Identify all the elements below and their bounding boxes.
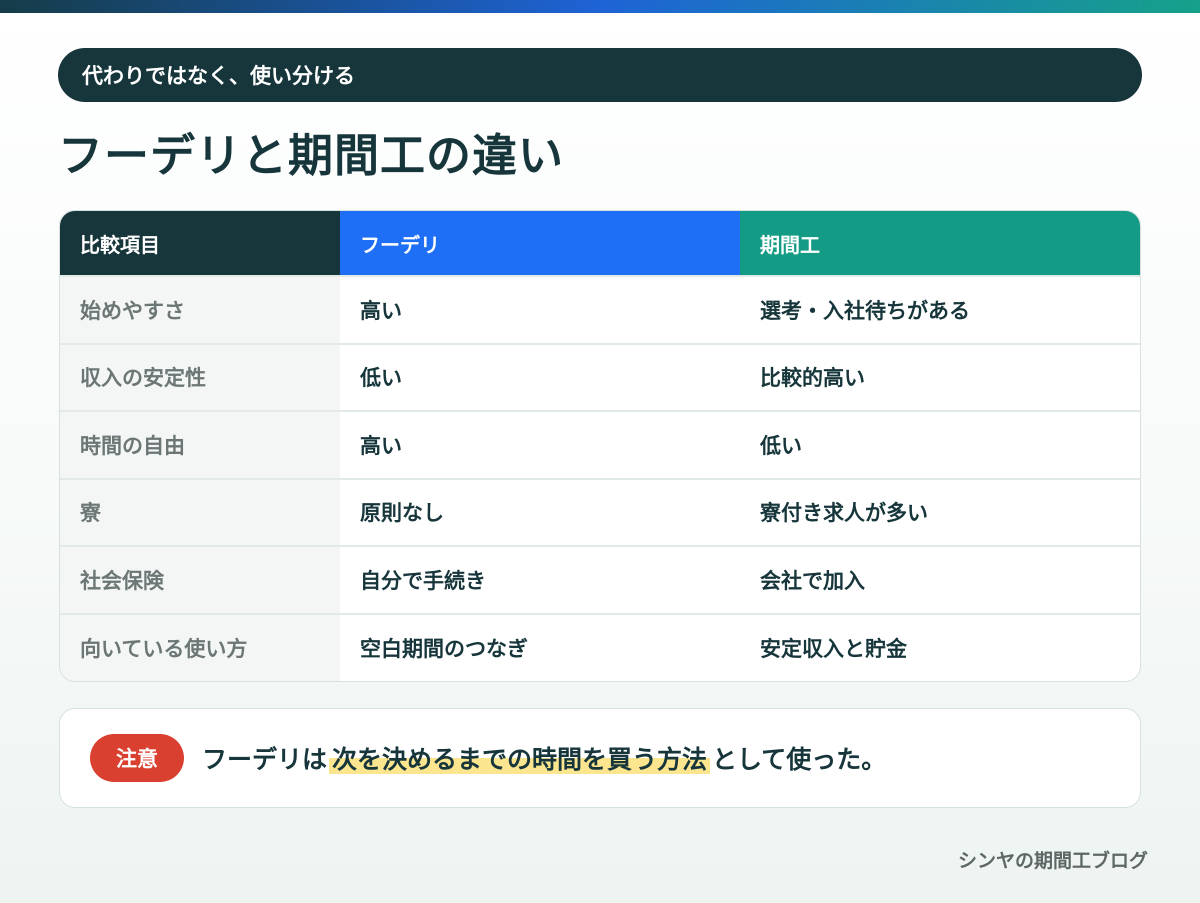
table-row: 収入の安定性 低い 比較的高い: [60, 342, 1140, 411]
row-item: 寮: [60, 477, 340, 546]
row-fudeli: 高い: [340, 410, 740, 479]
header-fudeli: フーデリ: [340, 211, 740, 276]
note-text-before: フーデリは: [202, 745, 328, 774]
row-fudeli: 原則なし: [340, 477, 740, 546]
row-kikanko: 寮付き求人が多い: [740, 477, 1140, 546]
note-text: フーデリは 次を決めるまでの時間を買う方法 として使った。: [202, 740, 886, 776]
table-header-row: 比較項目 フーデリ 期間工: [60, 211, 1140, 276]
row-fudeli: 空白期間のつなぎ: [340, 612, 740, 681]
row-item: 収入の安定性: [60, 342, 340, 411]
row-fudeli: 低い: [340, 342, 740, 411]
banner-label: 代わりではなく、使い分ける: [82, 64, 355, 88]
page-title: フーデリと期間工の違い: [58, 129, 565, 182]
comparison-table: 比較項目 フーデリ 期間工 始めやすさ 高い 選考・入社待ちがある 収入の安定性…: [59, 210, 1141, 682]
row-kikanko: 低い: [740, 410, 1140, 479]
table-row: 向いている使い方 空白期間のつなぎ 安定収入と貯金: [60, 612, 1140, 681]
row-fudeli: 自分で手続き: [340, 545, 740, 614]
blog-name: シンヤの期間工ブログ: [957, 850, 1148, 872]
caution-badge: 注意: [90, 734, 184, 782]
row-kikanko: 比較的高い: [740, 342, 1140, 411]
table-row: 時間の自由 高い 低い: [60, 410, 1140, 479]
note-box: 注意 フーデリは 次を決めるまでの時間を買う方法 として使った。: [59, 708, 1141, 808]
row-kikanko: 選考・入社待ちがある: [740, 275, 1140, 344]
note-text-after: として使った。: [712, 745, 887, 774]
table-row: 寮 原則なし 寮付き求人が多い: [60, 477, 1140, 546]
top-gradient-bar: [0, 0, 1200, 13]
row-item: 時間の自由: [60, 410, 340, 479]
row-kikanko: 安定収入と貯金: [740, 612, 1140, 681]
row-item: 向いている使い方: [60, 612, 340, 681]
row-fudeli: 高い: [340, 275, 740, 344]
subtitle-banner: 代わりではなく、使い分ける: [58, 48, 1142, 102]
row-kikanko: 会社で加入: [740, 545, 1140, 614]
row-item: 始めやすさ: [60, 275, 340, 344]
header-kikanko: 期間工: [740, 211, 1140, 276]
table-row: 始めやすさ 高い 選考・入社待ちがある: [60, 275, 1140, 344]
table-row: 社会保険 自分で手続き 会社で加入: [60, 545, 1140, 614]
header-item: 比較項目: [60, 211, 340, 276]
row-item: 社会保険: [60, 545, 340, 614]
note-highlight: 次を決めるまでの時間を買う方法: [329, 745, 711, 774]
